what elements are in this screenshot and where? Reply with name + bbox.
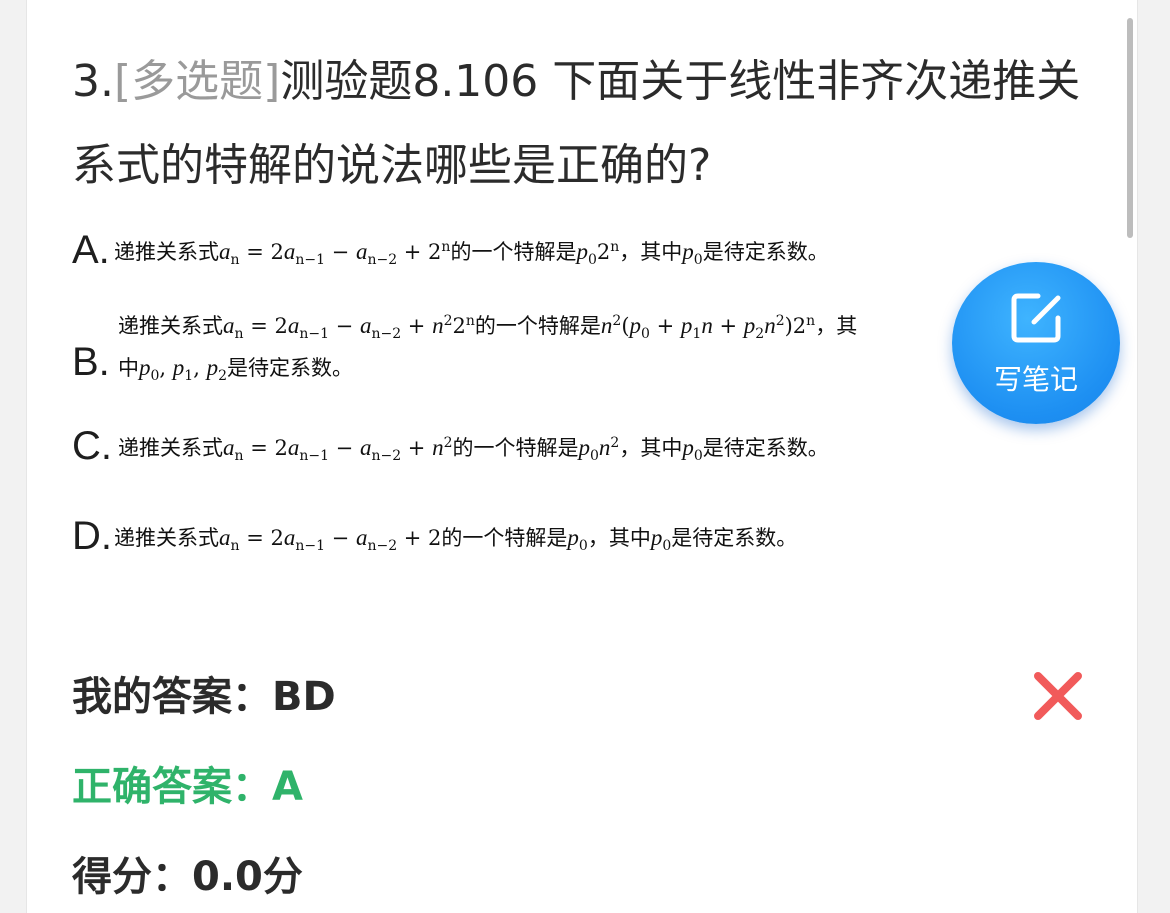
scrollbar[interactable]	[1127, 18, 1133, 238]
correct-answer-label: 正确答案：	[72, 764, 272, 810]
my-answer-value: BD	[272, 674, 336, 720]
option-text: 递推关系式an = 2an−1 − an−2 + n2的一个特解是p0n2，其中…	[118, 435, 829, 465]
option-text: 递推关系式an = 2an−1 − an−2 + n22n的一个特解是n2(p0…	[118, 313, 858, 385]
question-number: 3.	[72, 56, 114, 107]
write-note-label: 写笔记	[993, 363, 1078, 396]
write-note-button[interactable]: 写笔记	[952, 262, 1120, 424]
question-type-tag: [多选题]	[113, 56, 281, 107]
correct-answer: 正确答案：A	[72, 754, 303, 812]
option-text: 递推关系式an = 2an−1 − an−2 + 2的一个特解是p0，其中p0是…	[114, 525, 798, 555]
edit-note-icon	[1011, 293, 1061, 343]
wrong-x-icon	[1034, 672, 1082, 720]
option-letter: B.	[72, 340, 110, 384]
option-text: 递推关系式an = 2an−1 − an−2 + 2n的一个特解是p02n，其中…	[114, 239, 829, 269]
my-answer: 我的答案：BD	[72, 664, 336, 722]
question-title: 3.[多选题]测验题8.106 下面关于线性非齐次递推关系式的特解的说法哪些是正…	[72, 40, 1092, 208]
option-letter: C.	[72, 424, 112, 468]
score: 得分：0.0分	[72, 844, 303, 902]
correct-answer-value: A	[272, 764, 303, 810]
option-letter: D.	[72, 514, 112, 558]
my-answer-label: 我的答案：	[72, 674, 272, 720]
option-letter: A.	[72, 228, 110, 272]
score-value: 0.0分	[192, 854, 303, 900]
score-label: 得分：	[72, 854, 192, 900]
